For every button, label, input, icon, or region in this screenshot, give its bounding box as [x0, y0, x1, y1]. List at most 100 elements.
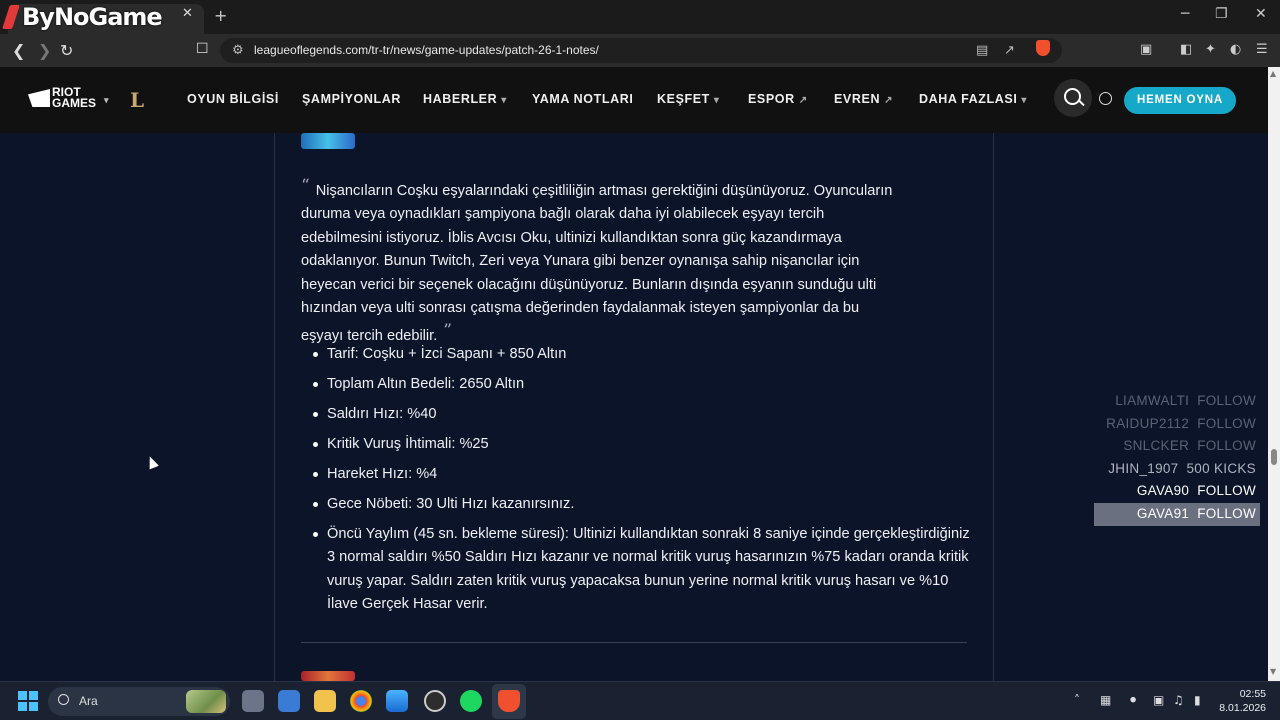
bolt-icon	[2, 3, 20, 31]
share-icon[interactable]: ↗	[1004, 43, 1015, 58]
screenshot-icon[interactable]: ▣	[1140, 42, 1152, 57]
site-navigation: RIOT GAMES ▾ L OYUN BİLGİSİ ŞAMPİYONLAR …	[0, 67, 1268, 133]
chrome-icon[interactable]	[350, 690, 372, 712]
nav-espor[interactable]: ESPOR ↗	[748, 92, 808, 106]
system-clock[interactable]: 02:55 8.01.2026	[1216, 687, 1266, 715]
list-item: Toplam Altın Bedeli: 2650 Altın	[310, 373, 970, 396]
photos-icon[interactable]	[386, 690, 408, 712]
list-item: Saldırı Hızı: %40	[310, 403, 970, 426]
globe-icon[interactable]	[1099, 92, 1112, 105]
event-row: LIAMWALTI FOLLOW	[1094, 390, 1260, 413]
file-explorer-icon[interactable]	[314, 690, 336, 712]
page-scrollbar[interactable]: ▲ ▼	[1268, 67, 1280, 681]
scroll-down-icon[interactable]: ▼	[1270, 667, 1276, 676]
event-action: FOLLOW	[1197, 438, 1256, 454]
list-item: Öncü Yaylım (45 sn. bekleme süresi): Ult…	[310, 523, 970, 617]
chevron-down-icon: ▾	[1021, 95, 1028, 106]
tablet-icon[interactable]: ▦	[1100, 693, 1111, 707]
minimize-button[interactable]: ─	[1181, 6, 1189, 22]
riot-games-logo[interactable]: RIOT GAMES ▾	[28, 86, 109, 109]
tray-expand-icon[interactable]: ˄	[1074, 693, 1080, 707]
vpn-icon[interactable]: ◐	[1230, 42, 1241, 57]
brave-icon[interactable]	[498, 690, 520, 712]
chevron-down-icon: ▾	[501, 95, 507, 106]
tab-close-icon[interactable]: ✕	[182, 6, 193, 21]
reload-button[interactable]: ↻	[60, 41, 73, 60]
clock-time: 02:55	[1239, 688, 1266, 700]
scroll-up-icon[interactable]: ▲	[1270, 69, 1276, 78]
maximize-button[interactable]: ❐	[1215, 6, 1228, 22]
url-text[interactable]: leagueoflegends.com/tr-tr/news/game-upda…	[254, 43, 599, 57]
microphone-icon[interactable]: ⚫	[1128, 693, 1138, 707]
event-user: SNLCKER	[1123, 438, 1190, 454]
league-of-legends-logo[interactable]: L	[130, 89, 150, 111]
taskbar-search-placeholder: Ara	[79, 694, 98, 708]
browser-tab-bar: ByNoGame ✕ + ─ ❐ ✕	[0, 0, 1280, 34]
address-bar[interactable]: ⚙ leagueoflegends.com/tr-tr/news/game-up…	[220, 38, 1062, 63]
list-item: Kritik Vuruş İhtimali: %25	[310, 433, 970, 456]
site-info-icon[interactable]: ⚙	[232, 43, 244, 58]
taskbar-search[interactable]: Ara	[48, 687, 230, 716]
brave-shields-icon[interactable]	[1036, 40, 1050, 56]
search-icon	[58, 694, 69, 705]
streamer-logo-overlay: ByNoGame	[2, 0, 163, 34]
close-quote-icon: ”	[443, 321, 452, 342]
external-link-icon: ↗	[798, 95, 808, 106]
windows-start-icon[interactable]	[18, 691, 38, 711]
bookmark-icon[interactable]: ☐	[196, 41, 209, 57]
article-content: “Nişancıların Coşku eşyalarındaki çeşitl…	[0, 133, 1268, 681]
nav-haberler[interactable]: HABERLER ▾	[423, 92, 507, 106]
sidebar-icon[interactable]: ◧	[1180, 42, 1192, 57]
battery-icon[interactable]: ▮	[1194, 693, 1201, 707]
event-action: 500 KICKS	[1186, 460, 1256, 476]
nav-oyun-bilgisi[interactable]: OYUN BİLGİSİ	[187, 92, 279, 106]
obs-icon[interactable]	[424, 690, 446, 712]
store-icon[interactable]	[278, 690, 300, 712]
overlay-brand-text: ByNoGame	[22, 3, 163, 31]
menu-icon[interactable]: ☰	[1256, 42, 1268, 57]
nav-kesfet[interactable]: KEŞFET ▾	[657, 92, 720, 106]
chevron-down-icon: ▾	[713, 95, 720, 106]
nav-evren[interactable]: EVREN ↗	[834, 92, 893, 106]
list-item: Gece Nöbeti: 30 Ulti Hızı kazanırsınız.	[310, 493, 970, 516]
nav-daha-fazlasi[interactable]: DAHA FAZLASI ▾	[919, 92, 1027, 106]
event-user: RAIDUP2112	[1106, 415, 1190, 431]
close-window-button[interactable]: ✕	[1255, 6, 1267, 22]
stream-events-overlay: LIAMWALTI FOLLOW RAIDUP2112 FOLLOW SNLCKER…	[1094, 390, 1260, 526]
windows-taskbar: Ara ˄ ▦ ⚫ ▣ ♫ ▮ 02:55 8.01.2026	[0, 681, 1280, 720]
item-image	[301, 133, 355, 149]
event-action: FOLLOW	[1197, 505, 1256, 521]
event-action: FOLLOW	[1197, 415, 1256, 431]
event-row: GAVA91 FOLLOW	[1094, 502, 1260, 526]
event-row: GAVA90 FOLLOW	[1094, 480, 1260, 503]
event-user: GAVA91	[1136, 505, 1190, 521]
item-stats-list: Tarif: Coşku + İzci Sapanı + 850 Altın T…	[310, 343, 970, 623]
item-image	[301, 671, 355, 681]
nav-yama-notlari[interactable]: YAMA NOTLARI	[532, 92, 633, 106]
nav-sampiyonlar[interactable]: ŞAMPİYONLAR	[302, 92, 401, 106]
designer-quote: “Nişancıların Coşku eşyalarındaki çeşitl…	[301, 175, 901, 349]
external-link-icon: ↗	[884, 95, 894, 106]
scrollbar-thumb[interactable]	[1271, 449, 1277, 465]
back-button[interactable]: ❮	[12, 41, 25, 60]
event-user: LIAMWALTI	[1115, 393, 1190, 408]
event-user: GAVA90	[1136, 483, 1190, 499]
task-view-icon[interactable]	[242, 690, 264, 712]
play-now-button[interactable]: HEMEN OYNA	[1124, 87, 1236, 114]
new-tab-button[interactable]: +	[214, 6, 227, 25]
reader-mode-icon[interactable]: ▤	[976, 43, 988, 58]
event-row: RAIDUP2112 FOLLOW	[1094, 413, 1260, 436]
volume-icon[interactable]: ♫	[1173, 693, 1184, 707]
event-action: FOLLOW	[1197, 393, 1256, 408]
chevron-down-icon: ▾	[104, 95, 109, 105]
riot-fist-icon	[28, 89, 50, 107]
browser-toolbar: ❮ ❯ ↻ ☐ ⚙ leagueoflegends.com/tr-tr/news…	[0, 34, 1280, 67]
search-icon[interactable]	[1054, 79, 1092, 117]
leo-ai-icon[interactable]: ✦	[1205, 42, 1216, 57]
display-icon[interactable]: ▣	[1153, 693, 1164, 707]
mouse-cursor-icon	[145, 454, 159, 470]
spotify-icon[interactable]	[460, 690, 482, 712]
event-user: JHIN_1907	[1108, 460, 1179, 476]
forward-button[interactable]: ❯	[38, 41, 51, 60]
list-item: Tarif: Coşku + İzci Sapanı + 850 Altın	[310, 343, 970, 366]
